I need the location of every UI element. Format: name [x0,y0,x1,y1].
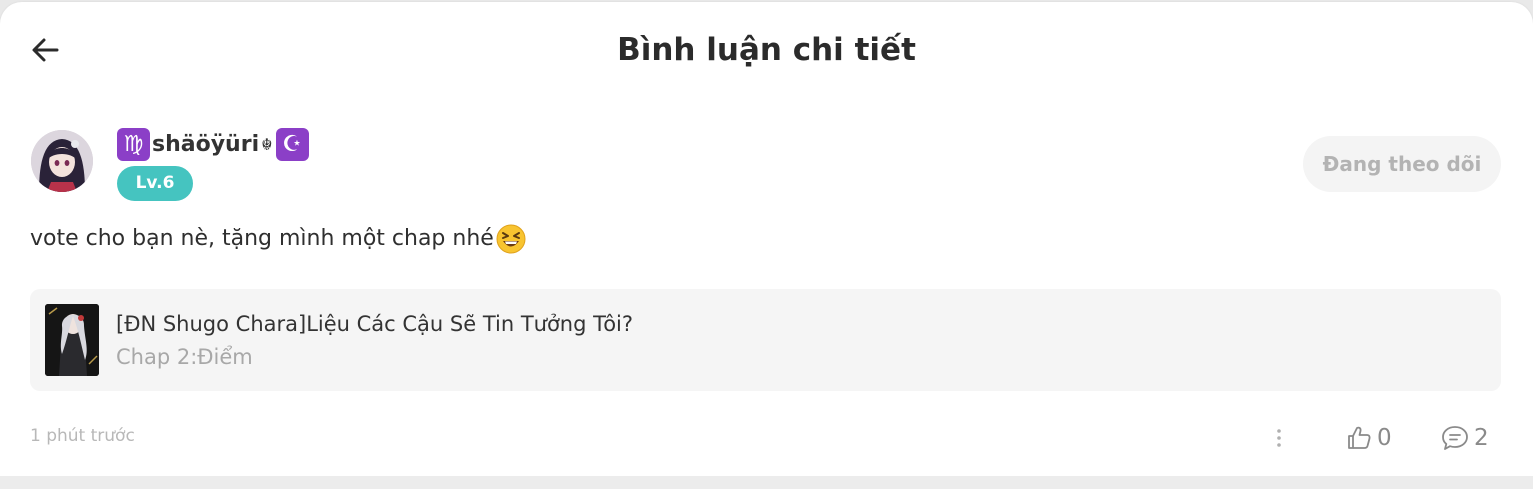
grinning-squinting-face-icon [496,224,526,254]
username-text: shäöÿüri [152,131,260,157]
vertical-dots-icon [1277,429,1281,447]
page-title: Bình luận chi tiết [617,32,916,68]
story-card[interactable]: [ĐN Shugo Chara]Liệu Các Cậu Sẽ Tin Tưởn… [30,289,1501,391]
virgo-sign-icon: ♍ [117,127,150,161]
avatar-image [31,130,93,192]
story-cover-image [45,304,99,376]
following-button[interactable]: Đang theo dõi [1303,136,1501,192]
bottom-divider [0,476,1533,489]
comment-text: vote cho bạn nè, tặng mình một chap nhé [30,226,494,251]
like-button[interactable]: 0 [1345,422,1392,454]
khanda-symbol: ☬ [261,134,273,154]
comment-timestamp: 1 phút trước [30,426,135,446]
story-chapter: Chap 2:Điểm [116,345,253,369]
comment-bubble-icon [1442,426,1468,450]
like-count: 0 [1377,425,1392,451]
star-and-crescent-icon: ☪ [275,127,309,161]
level-badge: Lv.6 [117,166,193,201]
comment-body: vote cho bạn nè, tặng mình một chap nhé [30,222,526,256]
comment-detail-panel: Bình luận chi tiết ♍ shäöÿüri ☬ ☪ Lv.6 Đ… [0,2,1533,476]
username[interactable]: ♍ shäöÿüri ☬ ☪ [117,127,309,161]
story-title: [ĐN Shugo Chara]Liệu Các Cậu Sẽ Tin Tưởn… [116,312,634,336]
avatar[interactable] [31,130,93,192]
more-options-button[interactable] [1268,424,1290,452]
reply-count: 2 [1474,425,1489,451]
reply-button[interactable]: 2 [1440,422,1489,454]
thumbs-up-icon [1348,426,1371,449]
